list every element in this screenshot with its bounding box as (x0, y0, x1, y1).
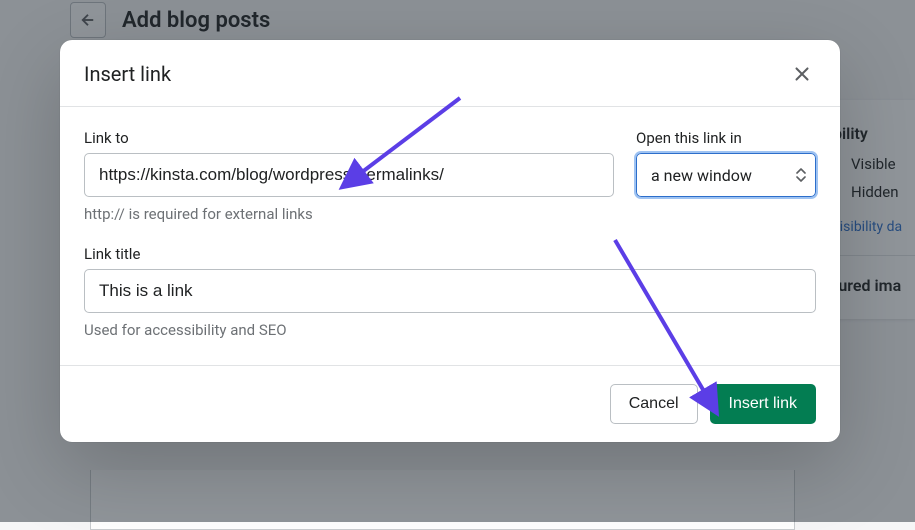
modal-footer: Cancel Insert link (60, 366, 840, 442)
link-to-helper: http:// is required for external links (84, 205, 614, 223)
cancel-button[interactable]: Cancel (610, 384, 698, 424)
insert-link-modal: Insert link Link to http:// is required … (60, 40, 840, 442)
open-in-select[interactable]: a new window (636, 153, 816, 197)
close-button[interactable] (788, 60, 816, 88)
link-title-input[interactable] (84, 269, 816, 313)
link-to-input[interactable] (84, 153, 614, 197)
link-title-helper: Used for accessibility and SEO (84, 321, 816, 339)
modal-header: Insert link (60, 40, 840, 107)
close-icon (791, 63, 813, 85)
link-to-label: Link to (84, 129, 614, 147)
open-in-label: Open this link in (636, 129, 816, 147)
modal-title: Insert link (84, 62, 171, 86)
open-in-selected-value: a new window (651, 166, 752, 185)
link-title-label: Link title (84, 245, 816, 263)
modal-body: Link to http:// is required for external… (60, 107, 840, 366)
insert-link-button[interactable]: Insert link (710, 384, 816, 424)
